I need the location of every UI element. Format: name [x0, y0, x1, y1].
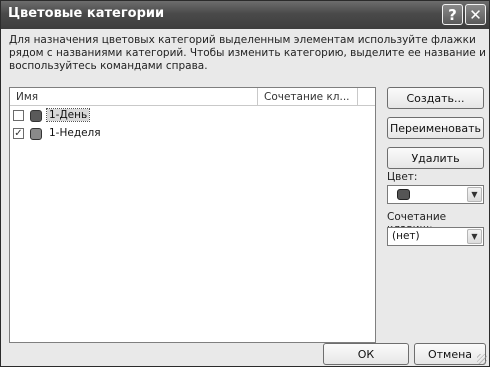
cancel-button[interactable]: Отмена: [414, 343, 486, 365]
shortcut-value: (нет): [392, 230, 420, 242]
dialog-title: Цветовые категории: [8, 6, 165, 21]
category-list[interactable]: Имя Сочетание кл... 1-День ✓ 1-Неделя: [9, 87, 376, 343]
ok-button[interactable]: ОК: [323, 343, 409, 365]
delete-button[interactable]: Удалить: [387, 147, 484, 169]
color-swatch: [30, 110, 42, 122]
column-header-name[interactable]: Имя: [10, 88, 258, 105]
category-name[interactable]: 1-День: [45, 108, 91, 122]
list-item[interactable]: ✓ 1-Неделя: [10, 125, 375, 143]
chevron-down-icon[interactable]: ▼: [467, 187, 482, 202]
help-button[interactable]: ?: [442, 4, 463, 25]
list-header: Имя Сочетание кл...: [10, 88, 375, 106]
instructions-text: Для назначения цветовых категорий выделе…: [9, 34, 486, 72]
category-name[interactable]: 1-Неделя: [47, 127, 103, 139]
create-button[interactable]: Создать...: [387, 87, 484, 109]
column-header-shortcut[interactable]: Сочетание кл...: [258, 88, 358, 105]
color-select[interactable]: ▼: [387, 185, 484, 204]
rename-button[interactable]: Переименовать: [387, 117, 484, 139]
title-bar[interactable]: Цветовые категории ? ✕: [1, 1, 489, 29]
selected-color-swatch: [397, 189, 410, 200]
color-label: Цвет:: [387, 171, 418, 183]
list-item[interactable]: 1-День: [10, 107, 375, 125]
resize-grip[interactable]: [477, 354, 487, 364]
category-checkbox[interactable]: [13, 110, 24, 121]
color-swatch: [30, 128, 42, 140]
close-icon: ✕: [469, 5, 482, 24]
chevron-down-icon[interactable]: ▼: [467, 229, 482, 244]
help-icon: ?: [448, 5, 457, 24]
category-checkbox[interactable]: ✓: [13, 128, 24, 139]
shortcut-select[interactable]: (нет) ▼: [387, 227, 484, 246]
close-button[interactable]: ✕: [465, 4, 486, 25]
dialog-window: Цветовые категории ? ✕ Для назначения цв…: [0, 0, 490, 367]
